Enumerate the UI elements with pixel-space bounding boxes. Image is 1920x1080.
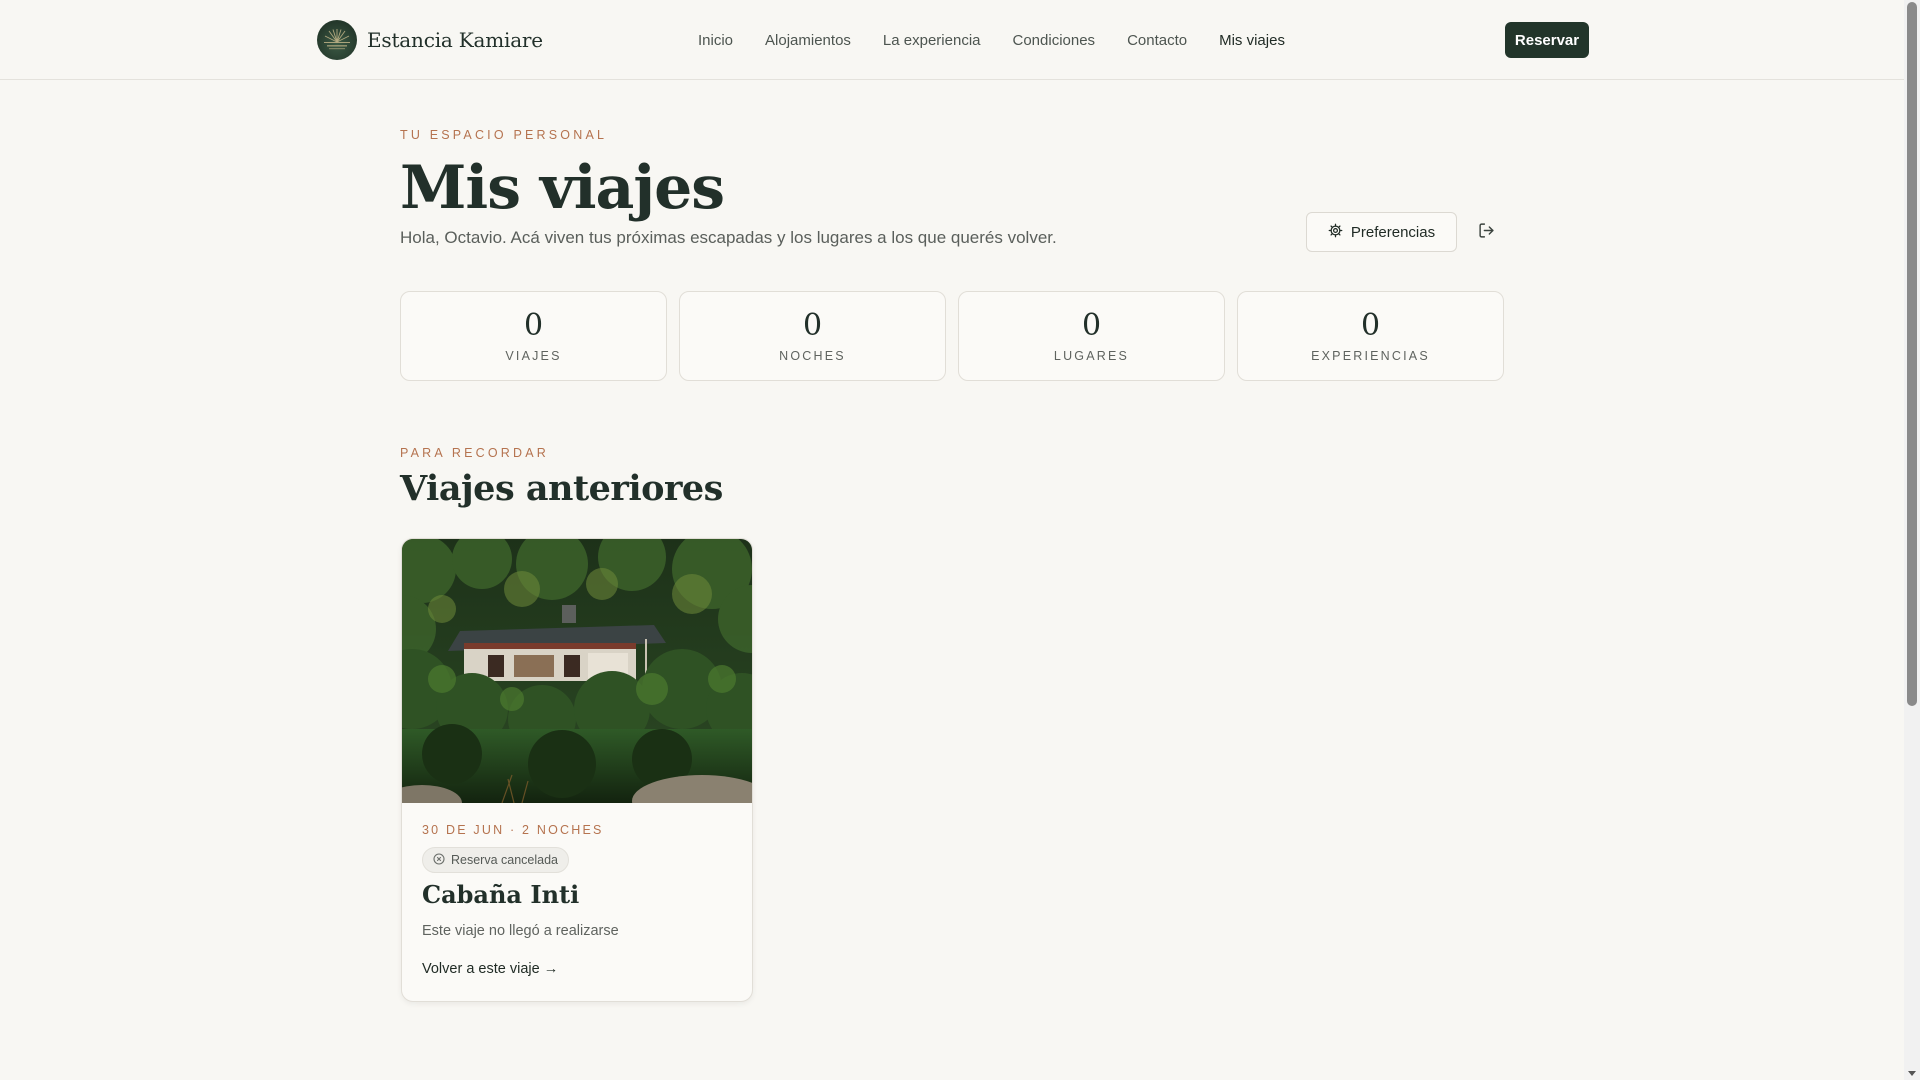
page-scrollbar[interactable] xyxy=(1904,0,1920,1080)
intro-eyebrow: TU ESPACIO PERSONAL xyxy=(400,128,608,142)
stat-value: 0 xyxy=(802,308,823,343)
stat-value: 0 xyxy=(1360,308,1381,343)
logout-icon xyxy=(1478,222,1495,242)
status-badge-label: Reserva cancelada xyxy=(451,853,559,867)
preferences-button[interactable]: Preferencias xyxy=(1306,212,1457,252)
trip-description: Este viaje no llegó a realizarse xyxy=(422,923,619,939)
scrollbar-thumb[interactable] xyxy=(1907,2,1917,706)
brand-home-link[interactable]: Estancia Kamiare xyxy=(317,20,543,60)
stat-label: VIAJES xyxy=(505,349,562,363)
stats-row: 0 VIAJES 0 NOCHES 0 LUGARES 0 EXPERIENCI… xyxy=(400,291,1504,381)
status-badge: Reserva cancelada xyxy=(422,847,570,873)
past-trips-eyebrow: PARA RECORDAR xyxy=(400,446,550,460)
gear-icon xyxy=(1328,223,1343,242)
main-nav: Inicio Alojamientos La experiencia Condi… xyxy=(698,0,1285,80)
top-navigation-bar: Estancia Kamiare Inicio Alojamientos La … xyxy=(0,0,1904,80)
nav-item-alojamientos[interactable]: Alojamientos xyxy=(765,32,851,49)
nav-item-condiciones[interactable]: Condiciones xyxy=(1013,32,1096,49)
reserve-button[interactable]: Reservar xyxy=(1505,22,1589,58)
logout-button[interactable] xyxy=(1472,218,1500,246)
nav-item-inicio[interactable]: Inicio xyxy=(698,32,733,49)
stat-label: LUGARES xyxy=(1053,349,1130,363)
sun-horizon-logo-icon xyxy=(317,20,357,60)
stat-card-viajes: 0 VIAJES xyxy=(400,291,667,381)
stat-value: 0 xyxy=(1081,308,1102,343)
nav-item-la-experiencia[interactable]: La experiencia xyxy=(883,32,981,49)
preferences-label: Preferencias xyxy=(1350,223,1436,241)
trip-name: Cabaña Inti xyxy=(422,880,580,909)
trip-photo xyxy=(402,539,752,827)
stat-label: EXPERIENCIAS xyxy=(1311,349,1430,363)
stat-card-lugares: 0 LUGARES xyxy=(958,291,1225,381)
scroll-down-arrow-icon[interactable] xyxy=(1908,1071,1916,1076)
nav-item-mis-viajes[interactable]: Mis viajes xyxy=(1219,32,1285,49)
nav-item-contacto[interactable]: Contacto xyxy=(1127,32,1187,49)
rebook-trip-link[interactable]: Volver a este viaje → xyxy=(422,961,558,977)
page-title: Mis viajes xyxy=(400,153,725,223)
greeting-text: Hola, Octavio. Acá viven tus próximas es… xyxy=(400,228,1057,247)
brand-name: Estancia Kamiare xyxy=(367,28,543,52)
trip-card-cabana-inti[interactable]: 30 DE JUN · 2 NOCHES Reserva cancelada C… xyxy=(401,538,753,1002)
trip-date-nights: 30 DE JUN · 2 NOCHES xyxy=(422,823,604,837)
stat-value: 0 xyxy=(523,308,544,343)
x-circle-icon xyxy=(433,852,445,868)
stat-label: NOCHES xyxy=(779,349,846,363)
past-trips-title: Viajes anteriores xyxy=(400,468,723,509)
stat-card-noches: 0 NOCHES xyxy=(679,291,946,381)
stat-card-experiencias: 0 EXPERIENCIAS xyxy=(1237,291,1504,381)
